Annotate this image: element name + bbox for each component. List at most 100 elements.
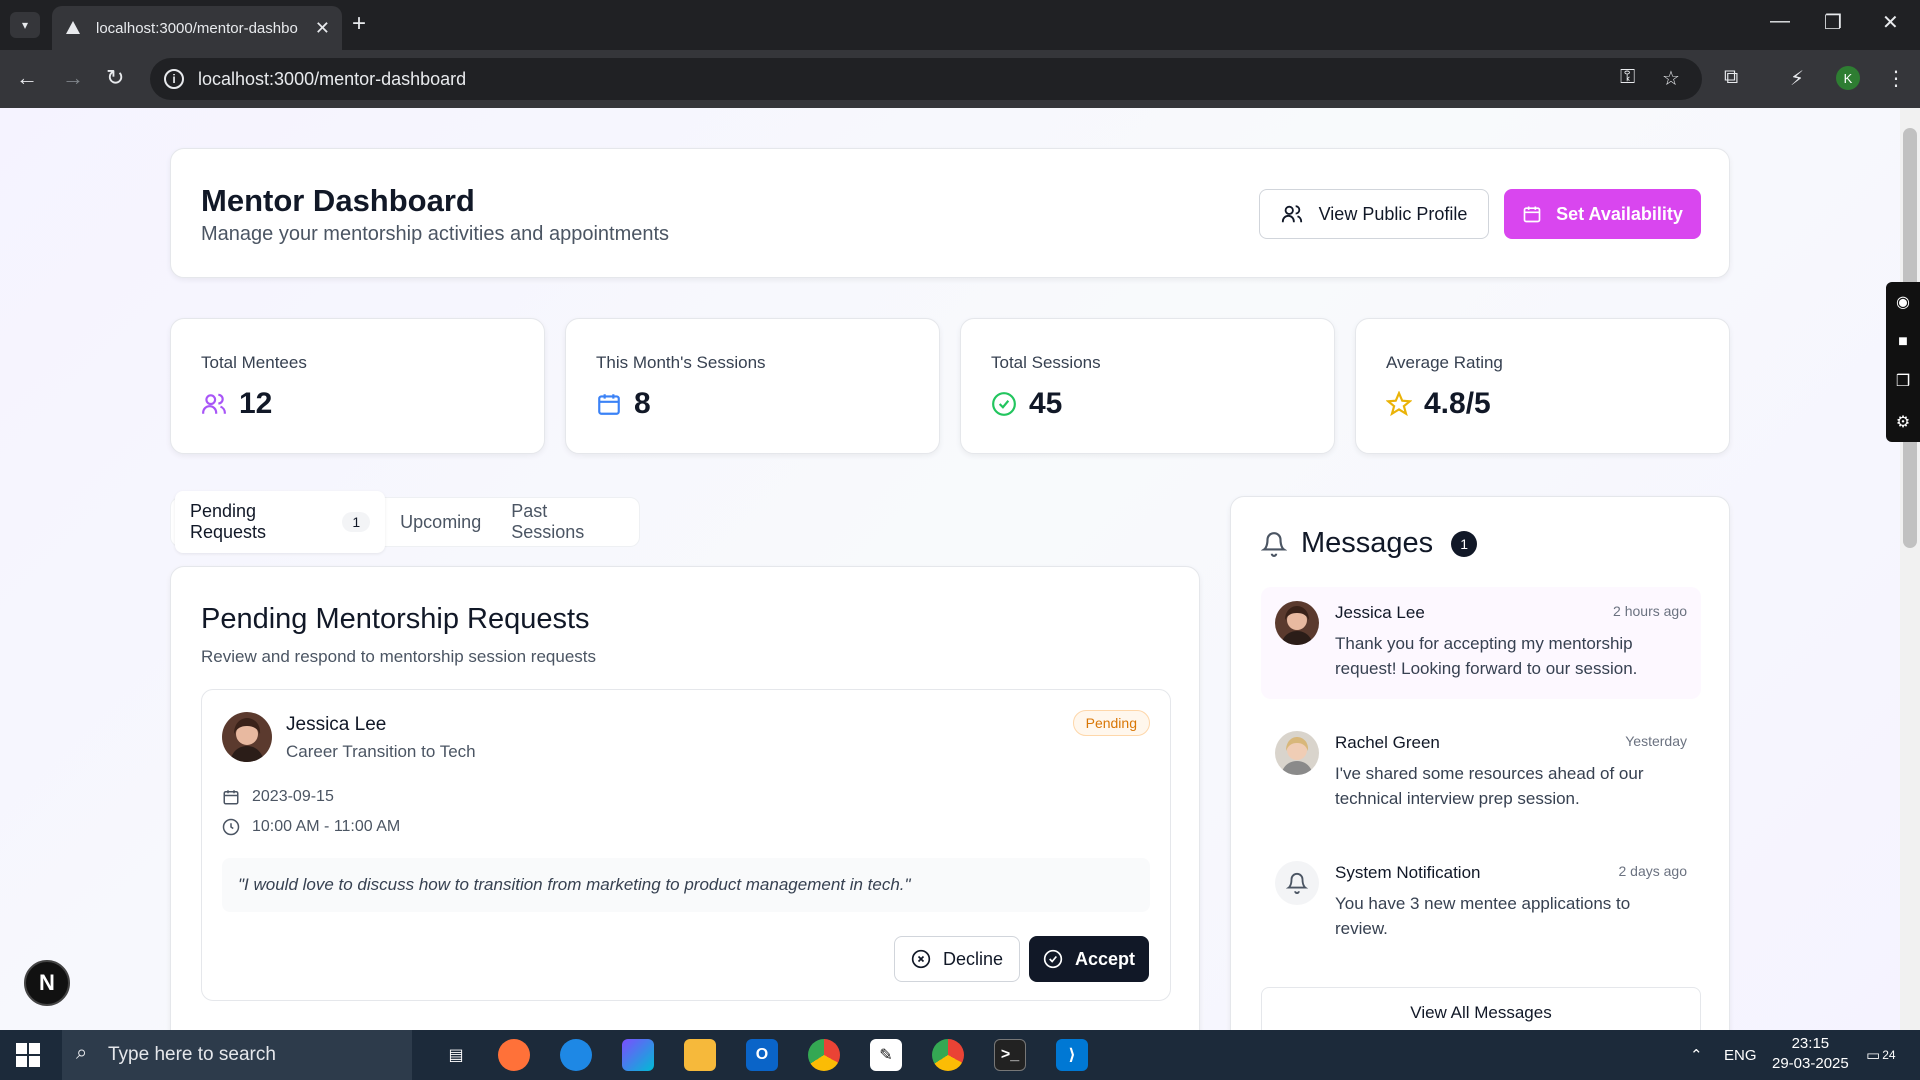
site-info-icon[interactable]: i xyxy=(164,69,184,89)
request-date: 2023-09-15 xyxy=(222,788,334,806)
browser-toolbar: ← → ↻ i localhost:3000/mentor-dashboard … xyxy=(0,50,1920,108)
clock-time: 23:15 xyxy=(1791,1035,1830,1052)
request-topic: Career Transition to Tech xyxy=(286,742,476,761)
task-view-icon[interactable]: ▤ xyxy=(440,1039,472,1071)
bookmark-star-icon[interactable]: ☆ xyxy=(1662,66,1680,91)
profile-avatar[interactable]: K xyxy=(1836,66,1860,90)
reload-icon[interactable]: ↻ xyxy=(106,65,124,91)
video-icon[interactable]: ■ xyxy=(1898,333,1908,351)
vscode-icon[interactable]: ⟩ xyxy=(1056,1039,1088,1071)
check-circle-icon xyxy=(1043,949,1063,969)
x-circle-icon xyxy=(911,949,931,969)
tab-label: Pending Requests xyxy=(190,501,267,542)
new-tab-icon[interactable]: + xyxy=(352,10,366,38)
language-indicator[interactable]: ENG xyxy=(1724,1030,1757,1080)
stat-value: 12 xyxy=(239,387,273,420)
users-icon xyxy=(202,393,226,414)
page-title: Mentor Dashboard xyxy=(201,183,475,218)
section-title: Pending Mentorship Requests xyxy=(201,603,590,635)
message-preview: Thank you for accepting my mentorship re… xyxy=(1335,634,1638,678)
menu-icon[interactable]: ⋮ xyxy=(1886,66,1906,91)
windows-start-icon[interactable] xyxy=(16,1043,40,1067)
stat-value: 4.8/5 xyxy=(1424,387,1491,420)
stat-label: This Month's Sessions xyxy=(596,353,766,372)
avatar xyxy=(222,712,272,762)
stat-label: Average Rating xyxy=(1386,353,1503,372)
tab-search-icon[interactable]: ▾ xyxy=(10,12,40,38)
back-icon[interactable]: ← xyxy=(16,65,38,91)
message-item[interactable]: Jessica Lee 2 hours ago Thank you for ac… xyxy=(1261,587,1701,699)
nextjs-dev-tools-icon[interactable]: N xyxy=(24,960,70,1006)
messages-title: Messages xyxy=(1301,527,1434,559)
forward-icon[interactable]: → xyxy=(62,65,84,91)
star-icon xyxy=(1386,391,1412,417)
decline-button[interactable]: Decline xyxy=(894,936,1020,982)
firefox-icon[interactable] xyxy=(498,1039,530,1071)
terminal-icon[interactable]: >_ xyxy=(994,1039,1026,1071)
extensions-icon[interactable]: ⧉ xyxy=(1724,66,1738,89)
taskbar-clock[interactable]: 23:15 29-03-2025 xyxy=(1772,1034,1849,1074)
restore-icon[interactable]: ❐ xyxy=(1824,10,1842,35)
view-all-messages-button[interactable]: View All Messages xyxy=(1261,987,1701,1030)
message-item[interactable]: Rachel Green Yesterday I've shared some … xyxy=(1261,717,1701,829)
message-preview: I've shared some resources ahead of our … xyxy=(1335,764,1644,808)
page-subtitle: Manage your mentorship activities and ap… xyxy=(201,223,670,245)
tab-past-sessions[interactable]: Past Sessions xyxy=(496,491,635,553)
stat-card-average-rating: Average Rating 4.8/5 xyxy=(1355,318,1730,454)
clock-date: 29-03-2025 xyxy=(1772,1055,1849,1072)
messages-header: Messages 1 xyxy=(1261,527,1478,560)
tab-pending-requests[interactable]: Pending Requests 1 xyxy=(175,491,386,553)
cursor-app-icon[interactable]: ✎ xyxy=(870,1039,902,1071)
file-explorer-icon[interactable] xyxy=(684,1039,716,1071)
url-text: localhost:3000/mentor-dashboard xyxy=(198,68,467,89)
request-message: "I would love to discuss how to transiti… xyxy=(222,858,1150,912)
request-item: Jessica Lee Career Transition to Tech Pe… xyxy=(201,689,1171,1001)
avatar xyxy=(1275,601,1319,645)
address-bar[interactable]: i localhost:3000/mentor-dashboard xyxy=(150,58,1702,100)
tab-close-icon[interactable]: ✕ xyxy=(315,18,330,39)
message-preview: You have 3 new mentee applications to re… xyxy=(1335,894,1631,938)
stat-card-total-sessions: Total Sessions 45 xyxy=(960,318,1335,454)
password-key-icon[interactable]: ⚿ xyxy=(1620,66,1635,89)
stat-card-total-mentees: Total Mentees 12 xyxy=(170,318,545,454)
set-availability-button[interactable]: Set Availability xyxy=(1504,189,1701,239)
bell-icon xyxy=(1261,531,1287,557)
performance-icon[interactable]: ⚡ xyxy=(1790,66,1804,91)
decline-label: Decline xyxy=(942,948,1004,969)
outlook-icon[interactable]: O xyxy=(746,1039,778,1071)
request-time: 10:00 AM - 11:00 AM xyxy=(222,818,400,836)
view-public-profile-button[interactable]: View Public Profile xyxy=(1259,189,1489,239)
window-close-icon[interactable]: ✕ xyxy=(1882,10,1899,35)
window-icon[interactable]: ❒ xyxy=(1896,371,1910,391)
chrome-profile-icon[interactable] xyxy=(932,1039,964,1071)
notification-center[interactable]: ▭ 24 xyxy=(1866,1030,1896,1080)
avatar xyxy=(1275,731,1319,775)
tray-chevron-icon[interactable]: ⌃ xyxy=(1690,1030,1703,1080)
unread-count-badge: 1 xyxy=(1451,530,1478,557)
browser-tab[interactable]: localhost:3000/mentor-dashbo ✕ xyxy=(52,6,342,50)
message-time: 2 days ago xyxy=(1618,863,1688,879)
search-icon: ⌕ xyxy=(76,1042,88,1064)
status-badge: Pending xyxy=(1072,710,1150,736)
taskbar-search-box[interactable]: ⌕ Type here to search xyxy=(62,1030,412,1080)
windows-taskbar: ⌕ Type here to search ▤ O ✎ >_ ⟩ ⌃ ENG 2… xyxy=(0,1030,1920,1080)
notification-icon: ▭ xyxy=(1866,1047,1881,1064)
calendar-icon xyxy=(223,790,239,805)
accept-button[interactable]: Accept xyxy=(1029,936,1149,982)
message-item[interactable]: System Notification 2 days ago You have … xyxy=(1261,847,1701,959)
bell-icon xyxy=(1286,873,1308,894)
chrome-icon[interactable] xyxy=(808,1039,840,1071)
requester-name: Jessica Lee xyxy=(286,714,387,735)
tab-title: localhost:3000/mentor-dashbo xyxy=(96,19,298,37)
date-text: 2023-09-15 xyxy=(252,788,334,805)
tab-upcoming[interactable]: Upcoming xyxy=(385,502,496,543)
settings-gear-icon[interactable]: ⚙ xyxy=(1896,412,1910,432)
camera-icon[interactable]: ◉ xyxy=(1896,292,1910,312)
messages-card: Messages 1 Jessica Lee 2 hours ago Thank… xyxy=(1230,496,1730,1030)
message-sender: Rachel Green xyxy=(1335,733,1440,752)
edge-icon[interactable] xyxy=(560,1039,592,1071)
minimize-icon[interactable]: — xyxy=(1770,10,1790,33)
system-avatar xyxy=(1275,861,1319,905)
page-viewport: Mentor Dashboard Manage your mentorship … xyxy=(0,108,1900,1030)
copilot-icon[interactable] xyxy=(622,1039,654,1071)
